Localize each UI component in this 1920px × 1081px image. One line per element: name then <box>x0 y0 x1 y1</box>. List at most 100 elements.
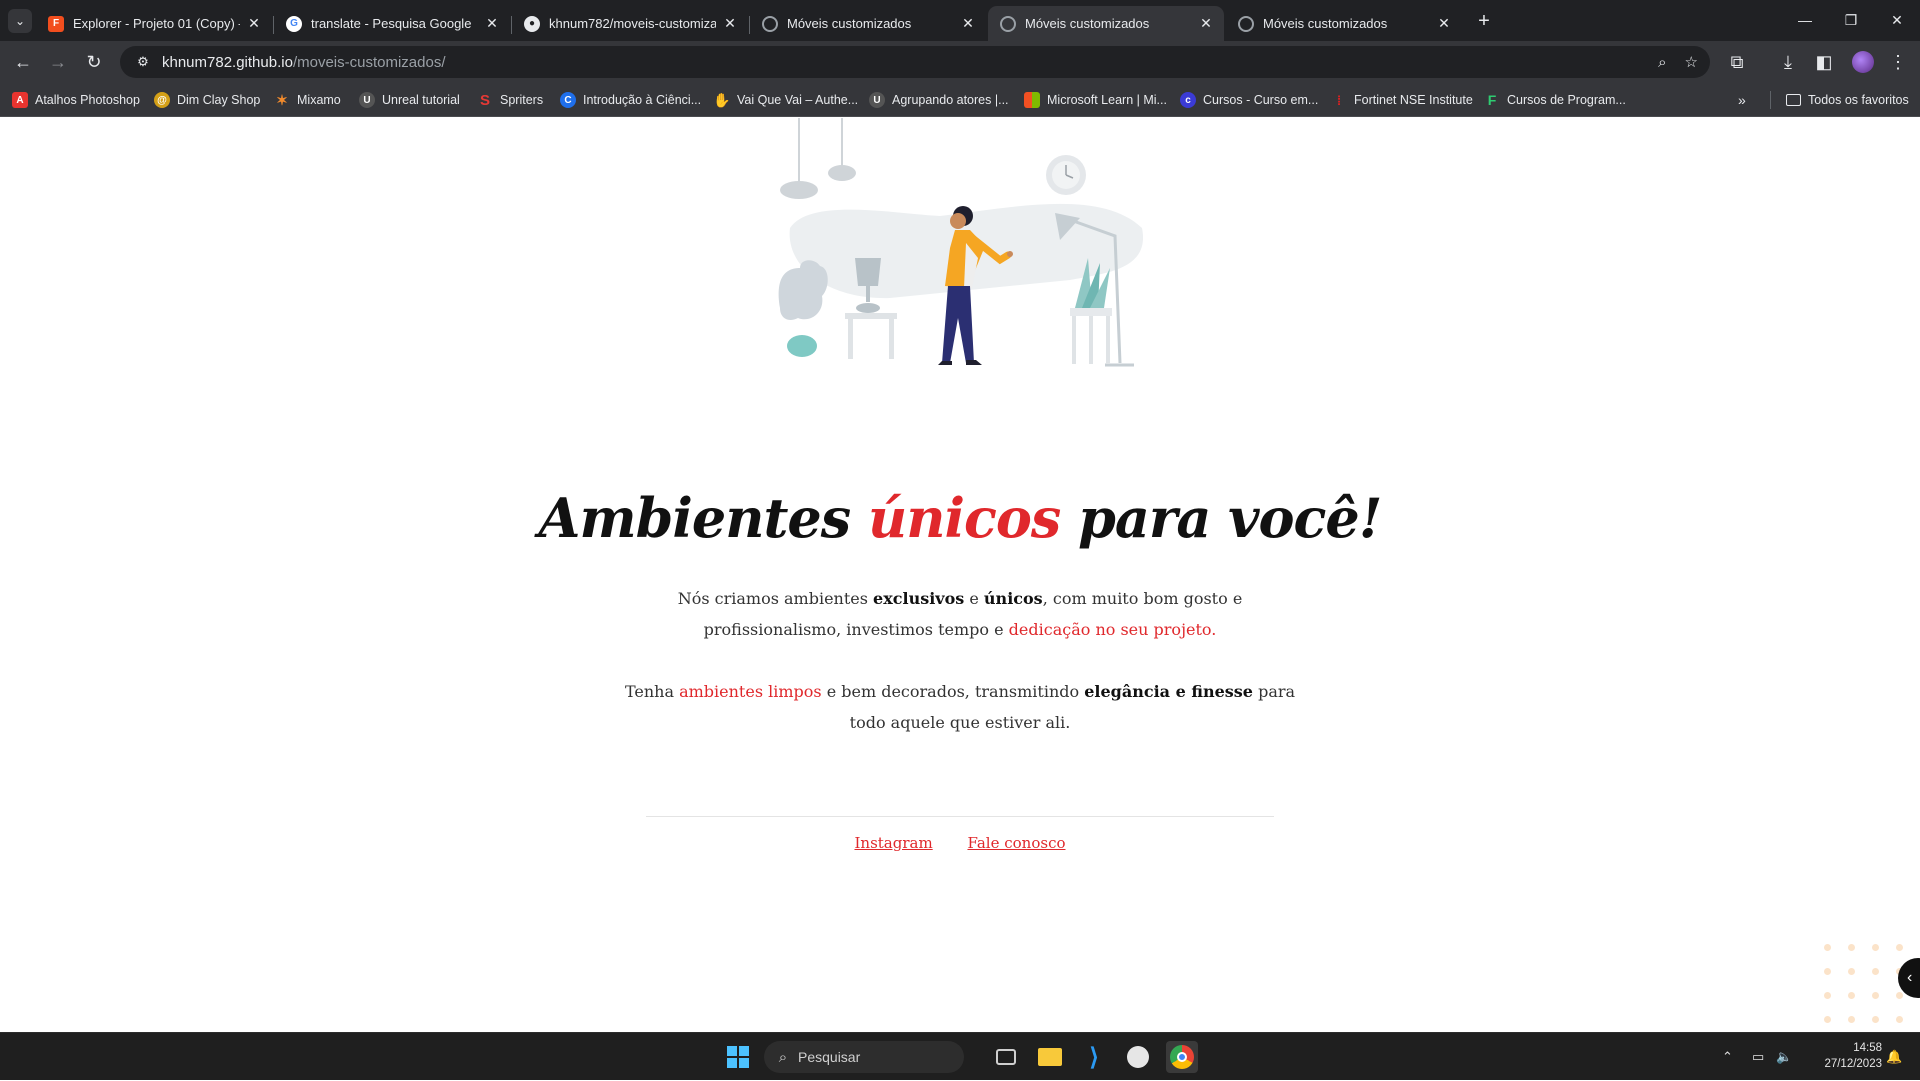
bookmark-item[interactable]: c Cursos - Curso em... <box>1180 90 1318 110</box>
bookmark-item[interactable]: U Agrupando atores |... <box>869 90 1009 110</box>
hand-icon: ✋ <box>713 91 731 108</box>
instagram-link[interactable]: Instagram <box>854 834 932 852</box>
close-icon[interactable]: ✕ <box>960 15 976 32</box>
search-icon: ⌕ <box>778 1048 788 1066</box>
tab-search-button[interactable]: ⌄ <box>8 9 32 33</box>
bookmark-item[interactable]: ⁞ Fortinet NSE Institute <box>1331 90 1473 110</box>
bold-text: únicos <box>983 589 1043 608</box>
bookmarks-bar: A Atalhos Photoshop @ Dim Clay Shop ✶ Mi… <box>0 82 1920 117</box>
notification-icon[interactable]: 🔔 <box>1886 1033 1902 1081</box>
bold-text: exclusivos <box>873 589 965 608</box>
network-icon[interactable]: ▭ <box>1752 1033 1764 1081</box>
bookmark-star-icon[interactable]: ☆ <box>1685 53 1698 71</box>
bookmark-item[interactable]: U Unreal tutorial <box>359 90 460 110</box>
address-bar[interactable]: ⚙ khnum782.github.io/moveis-customizados… <box>120 46 1710 78</box>
unreal-icon: U <box>869 92 885 108</box>
vscode-button[interactable]: ⟩ <box>1078 1041 1110 1073</box>
tray-chevron-icon[interactable]: ⌃ <box>1722 1033 1733 1081</box>
chevron-double-right-icon: » <box>1738 92 1746 108</box>
search-placeholder: Pesquisar <box>798 1049 861 1065</box>
close-icon[interactable]: ✕ <box>1436 15 1452 32</box>
restore-button[interactable]: ❐ <box>1828 0 1874 41</box>
tab-title: khnum782/moveis-customizados <box>549 16 716 31</box>
footer-divider <box>646 816 1274 817</box>
back-button[interactable]: ← <box>8 47 38 77</box>
file-explorer-button[interactable] <box>1034 1041 1066 1073</box>
bookmark-separator <box>1770 91 1771 109</box>
bookmark-item[interactable]: F Cursos de Program... <box>1484 90 1626 110</box>
bookmark-item[interactable]: @ Dim Clay Shop <box>154 90 260 110</box>
bookmark-item[interactable]: S Spriters <box>477 90 543 110</box>
profile-avatar[interactable] <box>1852 51 1874 73</box>
task-view-button[interactable] <box>990 1041 1022 1073</box>
tab-github[interactable]: ● khnum782/moveis-customizados ✕ <box>512 6 748 41</box>
tab-title: Explorer - Projeto 01 (Copy) – Figma <box>73 16 240 31</box>
bookmark-label: Mixamo <box>297 93 341 107</box>
tab-moveis-3[interactable]: Móveis customizados ✕ <box>1226 6 1462 41</box>
chrome-button[interactable] <box>1166 1041 1198 1073</box>
tab-strip: ⌄ F Explorer - Projeto 01 (Copy) – Figma… <box>0 0 1920 41</box>
bookmark-label: Dim Clay Shop <box>177 93 261 107</box>
bookmark-item[interactable]: Microsoft Learn | Mi... <box>1024 90 1167 110</box>
shop-icon: @ <box>154 92 170 108</box>
minimize-button[interactable]: — <box>1782 0 1828 41</box>
zoom-icon[interactable]: ⌕ <box>1658 54 1666 71</box>
text-run: e bem decorados, transmitindo <box>821 682 1085 701</box>
close-icon[interactable]: ✕ <box>246 15 262 32</box>
close-icon[interactable]: ✕ <box>722 15 738 32</box>
close-icon[interactable]: ✕ <box>484 15 500 32</box>
url-path: /moveis-customizados/ <box>292 53 446 71</box>
contact-link[interactable]: Fale conosco <box>967 834 1065 852</box>
bookmark-item[interactable]: C Introdução à Ciênci... <box>560 90 701 110</box>
title-highlight: únicos <box>867 486 1061 550</box>
taskbar-search[interactable]: ⌕ Pesquisar <box>764 1041 964 1073</box>
second-paragraph: Tenha ambientes limpos e bem decorados, … <box>620 676 1300 738</box>
download-icon[interactable]: ⤓ <box>1773 47 1803 77</box>
bookmark-item[interactable]: A Atalhos Photoshop <box>12 90 140 110</box>
footer-links: Instagram Fale conosco <box>0 834 1920 852</box>
microsoft-icon <box>1024 92 1040 108</box>
new-tab-button[interactable]: + <box>1470 8 1498 36</box>
clock-date: 27/12/2023 <box>1824 1058 1882 1070</box>
side-panel-icon[interactable]: ◧ <box>1809 47 1839 77</box>
bookmark-label: Agrupando atores |... <box>892 93 1009 107</box>
folder-icon <box>1038 1048 1062 1066</box>
tab-google[interactable]: G translate - Pesquisa Google ✕ <box>274 6 510 41</box>
tab-moveis-active[interactable]: Móveis customizados ✕ <box>988 6 1224 41</box>
clock[interactable]: 14:58 27/12/2023 <box>1808 1040 1882 1072</box>
forward-button[interactable]: → <box>43 47 73 77</box>
tab-title: Móveis customizados <box>787 16 912 31</box>
reload-button[interactable]: ↻ <box>79 47 109 77</box>
volume-icon[interactable]: 🔈 <box>1776 1033 1792 1081</box>
bookmark-label: Cursos de Program... <box>1507 93 1626 107</box>
bookmark-item[interactable]: ✋ Vai Que Vai – Authe... <box>713 90 858 110</box>
more-bookmarks-button[interactable]: » <box>1738 90 1746 110</box>
title-part-1: Ambientes <box>538 486 868 550</box>
unreal-button[interactable] <box>1122 1041 1154 1073</box>
close-icon[interactable]: ✕ <box>1198 15 1214 32</box>
extensions-icon[interactable]: ⧉ <box>1722 47 1752 77</box>
site-settings-icon[interactable]: ⚙ <box>128 54 158 70</box>
vscode-icon: ⟩ <box>1089 1043 1099 1071</box>
start-button[interactable] <box>722 1041 754 1073</box>
fortinet-icon: ⁞ <box>1336 92 1342 108</box>
curso-icon: c <box>1180 92 1196 108</box>
page-content: Ambientes únicos para você! Nós criamos … <box>0 118 1920 1032</box>
bookmark-label: Atalhos Photoshop <box>35 93 140 107</box>
coursera-icon: C <box>560 92 576 108</box>
all-bookmarks-folder[interactable]: Todos os favoritos <box>1786 90 1909 110</box>
close-window-button[interactable]: ✕ <box>1874 0 1920 41</box>
url-text[interactable]: khnum782.github.io/moveis-customizados/ <box>162 54 446 71</box>
text-run: e <box>964 589 984 608</box>
browser-toolbar: ← → ↻ ⚙ khnum782.github.io/moveis-custom… <box>0 41 1920 82</box>
intro-paragraph: Nós criamos ambientes exclusivos e único… <box>620 583 1300 645</box>
page-title: Ambientes únicos para você! <box>0 486 1920 550</box>
title-part-2: para você! <box>1060 486 1382 550</box>
adobe-icon: A <box>12 92 28 108</box>
github-icon: ● <box>524 15 540 32</box>
all-bookmarks-label: Todos os favoritos <box>1808 93 1909 107</box>
menu-icon[interactable]: ⋮ <box>1883 47 1913 77</box>
bookmark-item[interactable]: ✶ Mixamo <box>274 90 341 110</box>
tab-moveis-1[interactable]: Móveis customizados ✕ <box>750 6 986 41</box>
tab-figma[interactable]: F Explorer - Projeto 01 (Copy) – Figma ✕ <box>36 6 272 41</box>
